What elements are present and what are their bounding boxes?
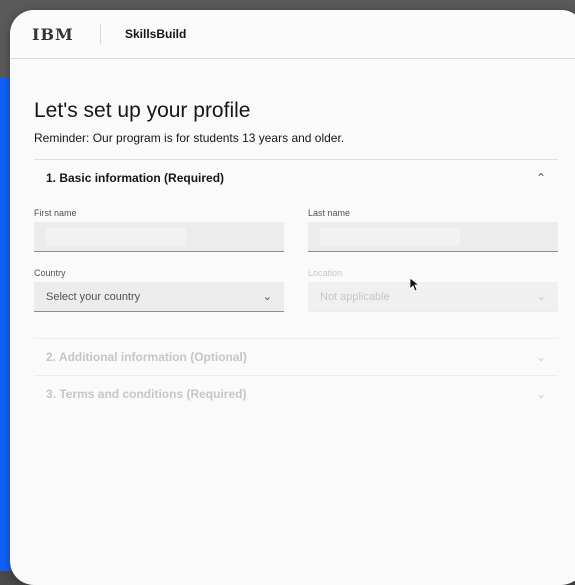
first-name-field: First name	[34, 208, 284, 252]
first-name-label: First name	[34, 208, 77, 218]
location-row: Country Select your country ⌄ Location N…	[34, 268, 558, 312]
last-name-input[interactable]	[308, 222, 558, 252]
chevron-up-icon: ⌃	[535, 171, 546, 185]
top-bar: IBM SkillsBuild	[10, 10, 575, 59]
ibm-logo[interactable]: IBM	[10, 25, 100, 44]
name-row: First name Last name	[34, 208, 558, 252]
last-name-label: Last name	[308, 208, 351, 218]
section-basic-information: 1. Basic information (Required) ⌃ First …	[34, 159, 558, 312]
section-terms-and-conditions: 3. Terms and conditions (Required) ⌄	[34, 375, 558, 412]
chevron-down-icon: ⌄	[536, 291, 546, 303]
country-field: Country Select your country ⌄	[34, 268, 284, 312]
location-select-value: Not applicable	[320, 290, 390, 303]
section-basic-information-header[interactable]: 1. Basic information (Required) ⌃	[34, 160, 558, 196]
brand-name[interactable]: SkillsBuild	[101, 27, 186, 41]
country-select[interactable]: Select your country ⌄	[34, 282, 284, 312]
last-name-value	[320, 227, 460, 246]
chevron-down-icon: ⌄	[535, 387, 546, 401]
country-select-value: Select your country	[46, 290, 141, 303]
country-label: Country	[34, 268, 66, 278]
app-window: IBM SkillsBuild Let's set up your profil…	[10, 10, 575, 585]
section-title: 1. Basic information (Required)	[46, 171, 225, 185]
section-title: 3. Terms and conditions (Required)	[46, 387, 247, 401]
section-additional-information: 2. Additional information (Optional) ⌄	[34, 338, 558, 375]
section-terms-and-conditions-header[interactable]: 3. Terms and conditions (Required) ⌄	[34, 376, 558, 412]
section-title: 2. Additional information (Optional)	[46, 350, 247, 364]
first-name-input[interactable]	[34, 222, 284, 252]
chevron-down-icon: ⌄	[262, 291, 272, 303]
last-name-field: Last name	[308, 208, 558, 252]
section-additional-information-header[interactable]: 2. Additional information (Optional) ⌄	[34, 339, 558, 375]
chevron-down-icon: ⌄	[535, 350, 546, 364]
age-reminder: Reminder: Our program is for students 13…	[34, 131, 345, 145]
location-field: Location Not applicable ⌄	[308, 268, 558, 312]
location-select: Not applicable ⌄	[308, 282, 558, 312]
page-title: Let's set up your profile	[34, 99, 251, 122]
location-label: Location	[308, 268, 343, 278]
first-name-value	[46, 227, 186, 246]
main-content: Let's set up your profile Reminder: Our …	[10, 59, 575, 412]
